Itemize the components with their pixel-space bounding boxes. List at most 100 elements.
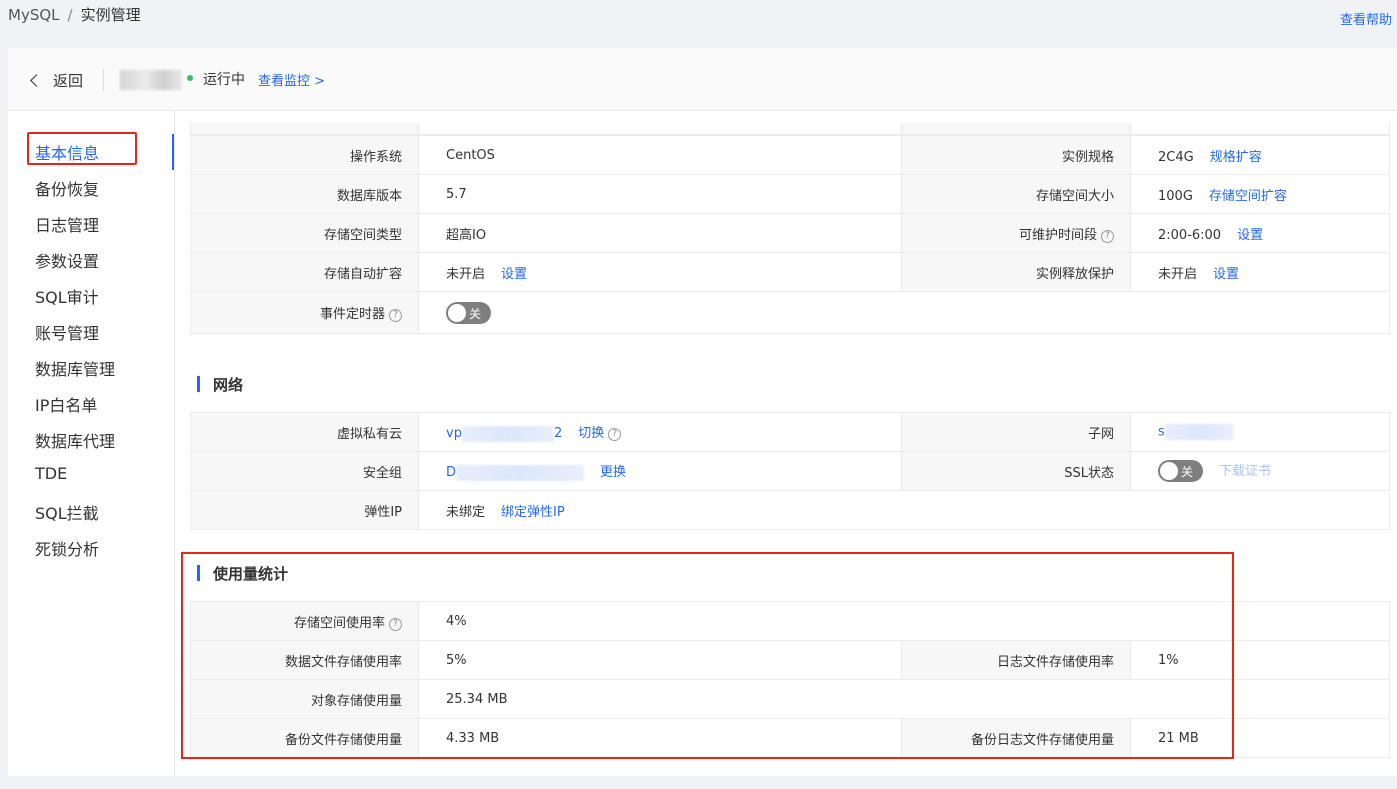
release-protect-cell: 未开启 设置 — [1130, 252, 1390, 292]
sidebar-item-databases[interactable]: 数据库管理 — [35, 356, 115, 380]
table-row: 事件定时器? 关 — [190, 291, 1390, 334]
spec-value: 2C4G — [1158, 149, 1194, 165]
table-row: 弹性IP 未绑定 绑定弹性IP — [190, 490, 1390, 530]
spec-label: 实例规格 — [901, 135, 1131, 175]
chevron-left-icon — [30, 74, 43, 87]
vpc-prefix[interactable]: vp — [446, 426, 462, 441]
db-version-value: 5.7 — [418, 174, 902, 214]
storage-size-value: 100G — [1158, 188, 1193, 204]
ssl-toggle[interactable]: 关 — [1158, 460, 1203, 483]
network-table: 虚拟私有云 vp 2 切换? 子网 s 安全组 D 更换 SSL状态 关 下载证书 弹性… — [190, 412, 1390, 530]
breadcrumb-separator: / — [67, 6, 73, 24]
help-question-icon[interactable]: ? — [608, 428, 622, 442]
vpc-switch-link[interactable]: 切换 — [578, 426, 604, 441]
auto-expand-value: 未开启 — [446, 266, 486, 282]
spec-cell: 2C4G 规格扩容 — [1130, 135, 1390, 175]
top-bar: MySQL / 实例管理 查看帮助 — [0, 0, 1397, 48]
subnet-prefix[interactable]: s — [1158, 425, 1165, 440]
header-divider — [103, 69, 104, 91]
security-group-cell: D 更换 — [418, 451, 902, 491]
sidebar-item-db-proxy[interactable]: 数据库代理 — [35, 428, 115, 452]
maint-window-value: 2:00-6:00 — [1158, 227, 1222, 243]
storage-type-value: 超高IO — [418, 213, 902, 253]
security-group-prefix[interactable]: D — [446, 465, 456, 480]
back-label: 返回 — [53, 72, 84, 90]
security-group-label: 安全组 — [190, 451, 419, 491]
breadcrumb-current: 实例管理 — [80, 6, 141, 24]
help-question-icon[interactable]: ? — [1101, 229, 1114, 243]
auto-expand-cell: 未开启 设置 — [418, 252, 902, 292]
instance-name-redacted — [120, 70, 182, 90]
os-label: 操作系统 — [190, 135, 419, 175]
basic-info-table: 操作系统 CentOS 实例规格 2C4G 规格扩容 数据库版本 5.7 存储空间… — [190, 135, 1390, 334]
subnet-redacted — [1164, 424, 1233, 440]
auto-expand-set-link[interactable]: 设置 — [501, 267, 527, 282]
table-row: 操作系统 CentOS 实例规格 2C4G 规格扩容 — [190, 135, 1390, 175]
event-scheduler-toggle[interactable]: 关 — [446, 301, 491, 324]
maint-window-label: 可维护时间段 — [1018, 227, 1097, 243]
security-group-redacted — [456, 464, 585, 481]
sidebar-item-logs[interactable]: 日志管理 — [35, 212, 99, 236]
release-protect-label: 实例释放保护 — [901, 252, 1131, 292]
db-version-label: 数据库版本 — [190, 174, 419, 214]
sidebar-item-ip-whitelist[interactable]: IP白名单 — [35, 392, 97, 416]
help-question-icon[interactable]: ? — [389, 309, 402, 322]
basic-info-table-top — [190, 123, 1390, 135]
storage-expand-link[interactable]: 存储空间扩容 — [1209, 189, 1287, 204]
view-monitor-link[interactable]: 查看监控 > — [258, 70, 325, 89]
network-section-title: 网络 — [197, 374, 243, 395]
table-row: 存储自动扩容 未开启 设置 实例释放保护 未开启 设置 — [190, 252, 1390, 292]
bind-eip-link[interactable]: 绑定弹性IP — [501, 505, 565, 520]
toggle-label: 关 — [469, 306, 482, 321]
ssl-cell: 关 下载证书 — [1130, 451, 1390, 491]
release-protect-value: 未开启 — [1158, 266, 1198, 282]
sidebar-item-accounts[interactable]: 账号管理 — [35, 320, 99, 344]
vpc-cell: vp 2 切换? — [418, 412, 902, 452]
table-row: 数据库版本 5.7 存储空间大小 100G 存储空间扩容 — [190, 174, 1390, 214]
event-scheduler-label: 事件定时器 — [319, 307, 385, 322]
back-button[interactable]: 返回 — [30, 70, 84, 91]
storage-size-label: 存储空间大小 — [901, 174, 1131, 214]
os-value: CentOS — [418, 135, 902, 175]
sidebar-item-sql-audit[interactable]: SQL审计 — [35, 284, 99, 308]
sidebar-item-deadlock[interactable]: 死锁分析 — [35, 536, 99, 560]
table-row: 安全组 D 更换 SSL状态 关 下载证书 — [190, 451, 1390, 491]
usage-highlight-box — [181, 552, 1234, 759]
instance-header: 返回 运行中 查看监控 > — [8, 48, 1397, 111]
maint-window-cell: 可维护时间段? — [901, 213, 1131, 253]
release-protect-set-link[interactable]: 设置 — [1213, 267, 1239, 282]
help-link[interactable]: 查看帮助 — [1340, 9, 1392, 28]
sidebar-active-indicator — [172, 134, 174, 170]
toggle-label: 关 — [1181, 465, 1194, 480]
ssl-label: SSL状态 — [901, 451, 1131, 491]
storage-type-label: 存储空间类型 — [190, 213, 419, 253]
sidebar-item-tde[interactable]: TDE — [35, 464, 67, 483]
breadcrumb-root[interactable]: MySQL — [8, 6, 60, 24]
table-row: 虚拟私有云 vp 2 切换? 子网 s — [190, 412, 1390, 452]
storage-size-cell: 100G 存储空间扩容 — [1130, 174, 1390, 214]
download-cert-link: 下载证书 — [1219, 463, 1272, 479]
status-dot-icon — [187, 75, 193, 81]
eip-cell: 未绑定 绑定弹性IP — [418, 490, 1390, 530]
vpc-suffix[interactable]: 2 — [554, 426, 562, 441]
event-scheduler-value-cell: 关 — [418, 291, 1390, 334]
sidebar-item-backup[interactable]: 备份恢复 — [35, 176, 99, 200]
sidebar-item-sql-intercept[interactable]: SQL拦截 — [35, 500, 99, 524]
toggle-knob — [448, 303, 466, 322]
maint-window-set-link[interactable]: 设置 — [1237, 228, 1263, 243]
maint-window-value-cell: 2:00-6:00 设置 — [1130, 213, 1390, 253]
eip-label: 弹性IP — [190, 490, 419, 530]
vpc-redacted — [461, 425, 554, 442]
security-group-change-link[interactable]: 更换 — [600, 465, 626, 480]
breadcrumb: MySQL / 实例管理 — [8, 4, 141, 25]
eip-value: 未绑定 — [446, 504, 486, 520]
sidebar-item-params[interactable]: 参数设置 — [35, 248, 99, 272]
auto-expand-label: 存储自动扩容 — [190, 252, 419, 292]
table-row: 存储空间类型 超高IO 可维护时间段? 2:00-6:00 设置 — [190, 213, 1390, 253]
event-scheduler-cell: 事件定时器? — [190, 291, 419, 334]
subnet-label: 子网 — [901, 412, 1131, 452]
sidebar-highlight-box — [27, 132, 137, 165]
subnet-cell: s — [1130, 412, 1390, 452]
toggle-knob — [1160, 462, 1178, 481]
spec-upgrade-link[interactable]: 规格扩容 — [1210, 150, 1262, 165]
